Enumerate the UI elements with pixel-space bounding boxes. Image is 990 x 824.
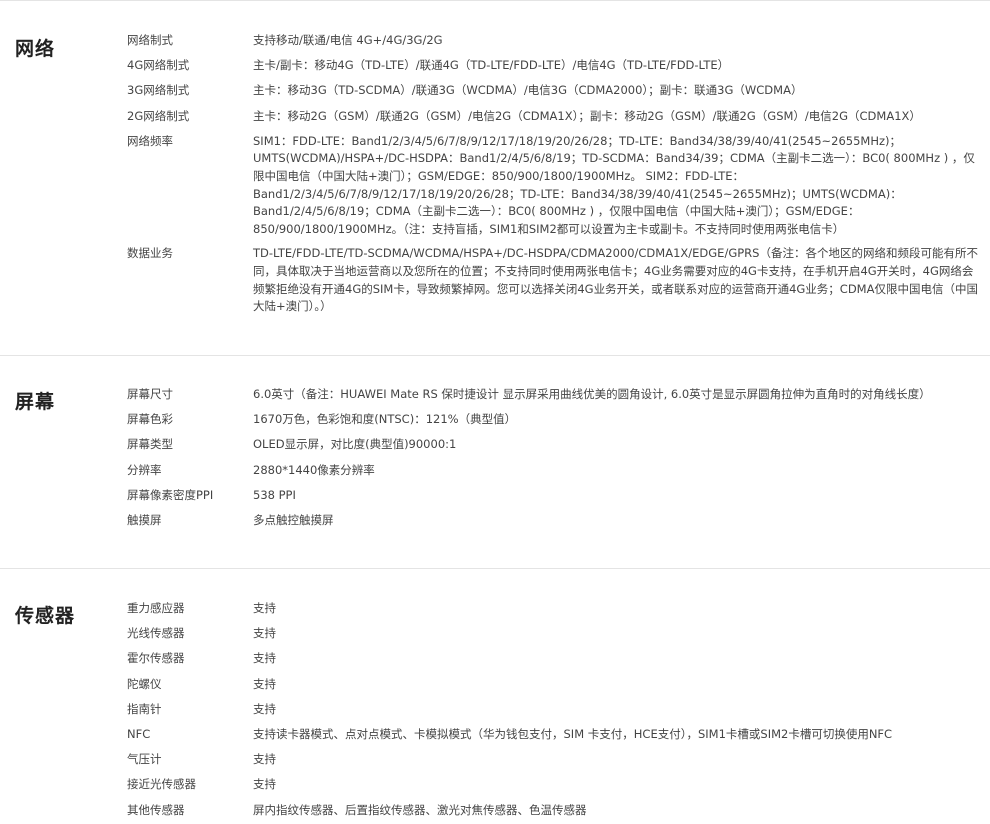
spec-row: 光线传感器 支持: [127, 625, 990, 643]
spec-label: 屏幕色彩: [127, 412, 173, 427]
spec-label: 屏幕类型: [127, 437, 173, 452]
spec-label: 光线传感器: [127, 626, 185, 641]
spec-row: 其他传感器 屏内指纹传感器、后置指纹传感器、激光对焦传感器、色温传感器: [127, 802, 990, 820]
spec-value: 支持: [253, 676, 276, 691]
spec-value: 538 PPI: [253, 487, 296, 502]
spec-row: 重力感应器 支持: [127, 600, 990, 618]
spec-row: 指南针 支持: [127, 701, 990, 719]
spec-row: 陀螺仪 支持: [127, 676, 990, 694]
spec-row: 气压计 支持: [127, 751, 990, 769]
section-title-network: 网络: [15, 38, 56, 60]
spec-label: 重力感应器: [127, 601, 185, 615]
spec-label: 分辨率: [127, 462, 162, 477]
spec-list: 重力感应器 支持 光线传感器 支持 霍尔传感器 支持 陀螺仪 支持 指南针 支持 NFC 支…: [0, 569, 990, 819]
spec-value: 2880*1440像素分辨率: [253, 462, 375, 477]
spec-value: 支持: [253, 651, 276, 666]
spec-row: 4G网络制式 主卡/副卡：移动4G（TD-LTE）/联通4G（TD-LTE/FDD…: [127, 57, 990, 75]
spec-value: 支持读卡器模式、点对点模式、卡模拟模式（华为钱包支付，SIM 卡支付，HCE支付…: [253, 726, 893, 741]
spec-row: NFC 支持读卡器模式、点对点模式、卡模拟模式（华为钱包支付，SIM 卡支付，HC…: [127, 726, 990, 744]
spec-value: 1670万色，色彩饱和度(NTSC)：121%（典型值）: [253, 412, 517, 427]
spec-row: 网络频率 SIM1：FDD-LTE：Band1/2/3/4/5/6/7/8/9/1…: [127, 133, 990, 239]
screen-section: 屏幕 屏幕尺寸 6.0英寸（备注：HUAWEI Mate RS 保时捷设计 显示屏…: [0, 355, 990, 568]
spec-row: 屏幕类型 OLED显示屏，对比度(典型值)90000:1: [127, 436, 990, 454]
spec-value: 主卡/副卡：移动4G（TD-LTE）/联通4G（TD-LTE/FDD-LTE）/…: [253, 58, 730, 73]
spec-row: 触摸屏 多点触控触摸屏: [127, 512, 990, 530]
spec-label: 2G网络制式: [127, 108, 190, 123]
spec-label: 气压计: [127, 752, 162, 767]
spec-value: 支持: [253, 752, 276, 767]
spec-row: 屏幕色彩 1670万色，色彩饱和度(NTSC)：121%（典型值）: [127, 411, 990, 429]
spec-value: OLED显示屏，对比度(典型值)90000:1: [253, 437, 457, 452]
spec-label: 4G网络制式: [127, 58, 190, 73]
spec-value: 支持: [253, 701, 276, 716]
section-title-screen: 屏幕: [15, 391, 56, 413]
spec-row: 3G网络制式 主卡：移动3G（TD-SCDMA）/联通3G（WCDMA）/电信3G…: [127, 82, 990, 100]
spec-value: 支持移动/联通/电信 4G+/4G/3G/2G: [253, 33, 443, 47]
spec-label: 3G网络制式: [127, 83, 190, 98]
spec-row: 分辨率 2880*1440像素分辨率: [127, 462, 990, 480]
spec-value: 主卡：移动2G（GSM）/联通2G（GSM）/电信2G（CDMA1X）；副卡：移…: [253, 108, 921, 123]
spec-label: 触摸屏: [127, 512, 162, 527]
spec-label: 霍尔传感器: [127, 651, 185, 666]
spec-list: 屏幕尺寸 6.0英寸（备注：HUAWEI Mate RS 保时捷设计 显示屏采用曲…: [0, 356, 990, 530]
spec-label: NFC: [127, 726, 151, 741]
spec-row: 接近光传感器 支持: [127, 776, 990, 794]
spec-label: 网络制式: [127, 33, 173, 47]
spec-label: 网络频率: [127, 133, 173, 148]
section-title-sensor: 传感器: [15, 605, 76, 627]
spec-value: 支持: [253, 601, 276, 615]
spec-label: 陀螺仪: [127, 676, 162, 691]
spec-row: 屏幕像素密度PPI 538 PPI: [127, 487, 990, 505]
spec-row: 屏幕尺寸 6.0英寸（备注：HUAWEI Mate RS 保时捷设计 显示屏采用曲…: [127, 386, 990, 404]
spec-value: 支持: [253, 626, 276, 641]
spec-row: 数据业务 TD-LTE/FDD-LTE/TD-SCDMA/WCDMA/HSPA+/…: [127, 245, 990, 315]
spec-label: 数据业务: [127, 246, 173, 261]
spec-row: 网络制式 支持移动/联通/电信 4G+/4G/3G/2G: [127, 32, 990, 50]
spec-row: 2G网络制式 主卡：移动2G（GSM）/联通2G（GSM）/电信2G（CDMA1X…: [127, 108, 990, 126]
spec-label: 屏幕尺寸: [127, 387, 173, 401]
spec-label: 指南针: [127, 701, 162, 716]
spec-value: 支持: [253, 777, 276, 792]
spec-label: 其他传感器: [127, 802, 185, 817]
spec-value: SIM1：FDD-LTE：Band1/2/3/4/5/6/7/8/9/12/17…: [253, 133, 975, 236]
spec-page: 网络 网络制式 支持移动/联通/电信 4G+/4G/3G/2G 4G网络制式 主卡/…: [0, 0, 990, 824]
network-section: 网络 网络制式 支持移动/联通/电信 4G+/4G/3G/2G 4G网络制式 主卡/…: [0, 0, 990, 355]
spec-row: 霍尔传感器 支持: [127, 650, 990, 668]
spec-list: 网络制式 支持移动/联通/电信 4G+/4G/3G/2G 4G网络制式 主卡/副卡：…: [0, 1, 990, 316]
spec-value: 屏内指纹传感器、后置指纹传感器、激光对焦传感器、色温传感器: [253, 802, 587, 817]
spec-value: TD-LTE/FDD-LTE/TD-SCDMA/WCDMA/HSPA+/DC-H…: [253, 246, 978, 314]
spec-value: 多点触控触摸屏: [253, 512, 334, 527]
spec-value: 主卡：移动3G（TD-SCDMA）/联通3G（WCDMA）/电信3G（CDMA2…: [253, 83, 803, 98]
spec-value: 6.0英寸（备注：HUAWEI Mate RS 保时捷设计 显示屏采用曲线优美的…: [253, 387, 931, 401]
spec-label: 接近光传感器: [127, 777, 196, 792]
sensor-section: 传感器 重力感应器 支持 光线传感器 支持 霍尔传感器 支持 陀螺仪 支持 指南针 支持 …: [0, 568, 990, 824]
spec-label: 屏幕像素密度PPI: [127, 487, 214, 502]
